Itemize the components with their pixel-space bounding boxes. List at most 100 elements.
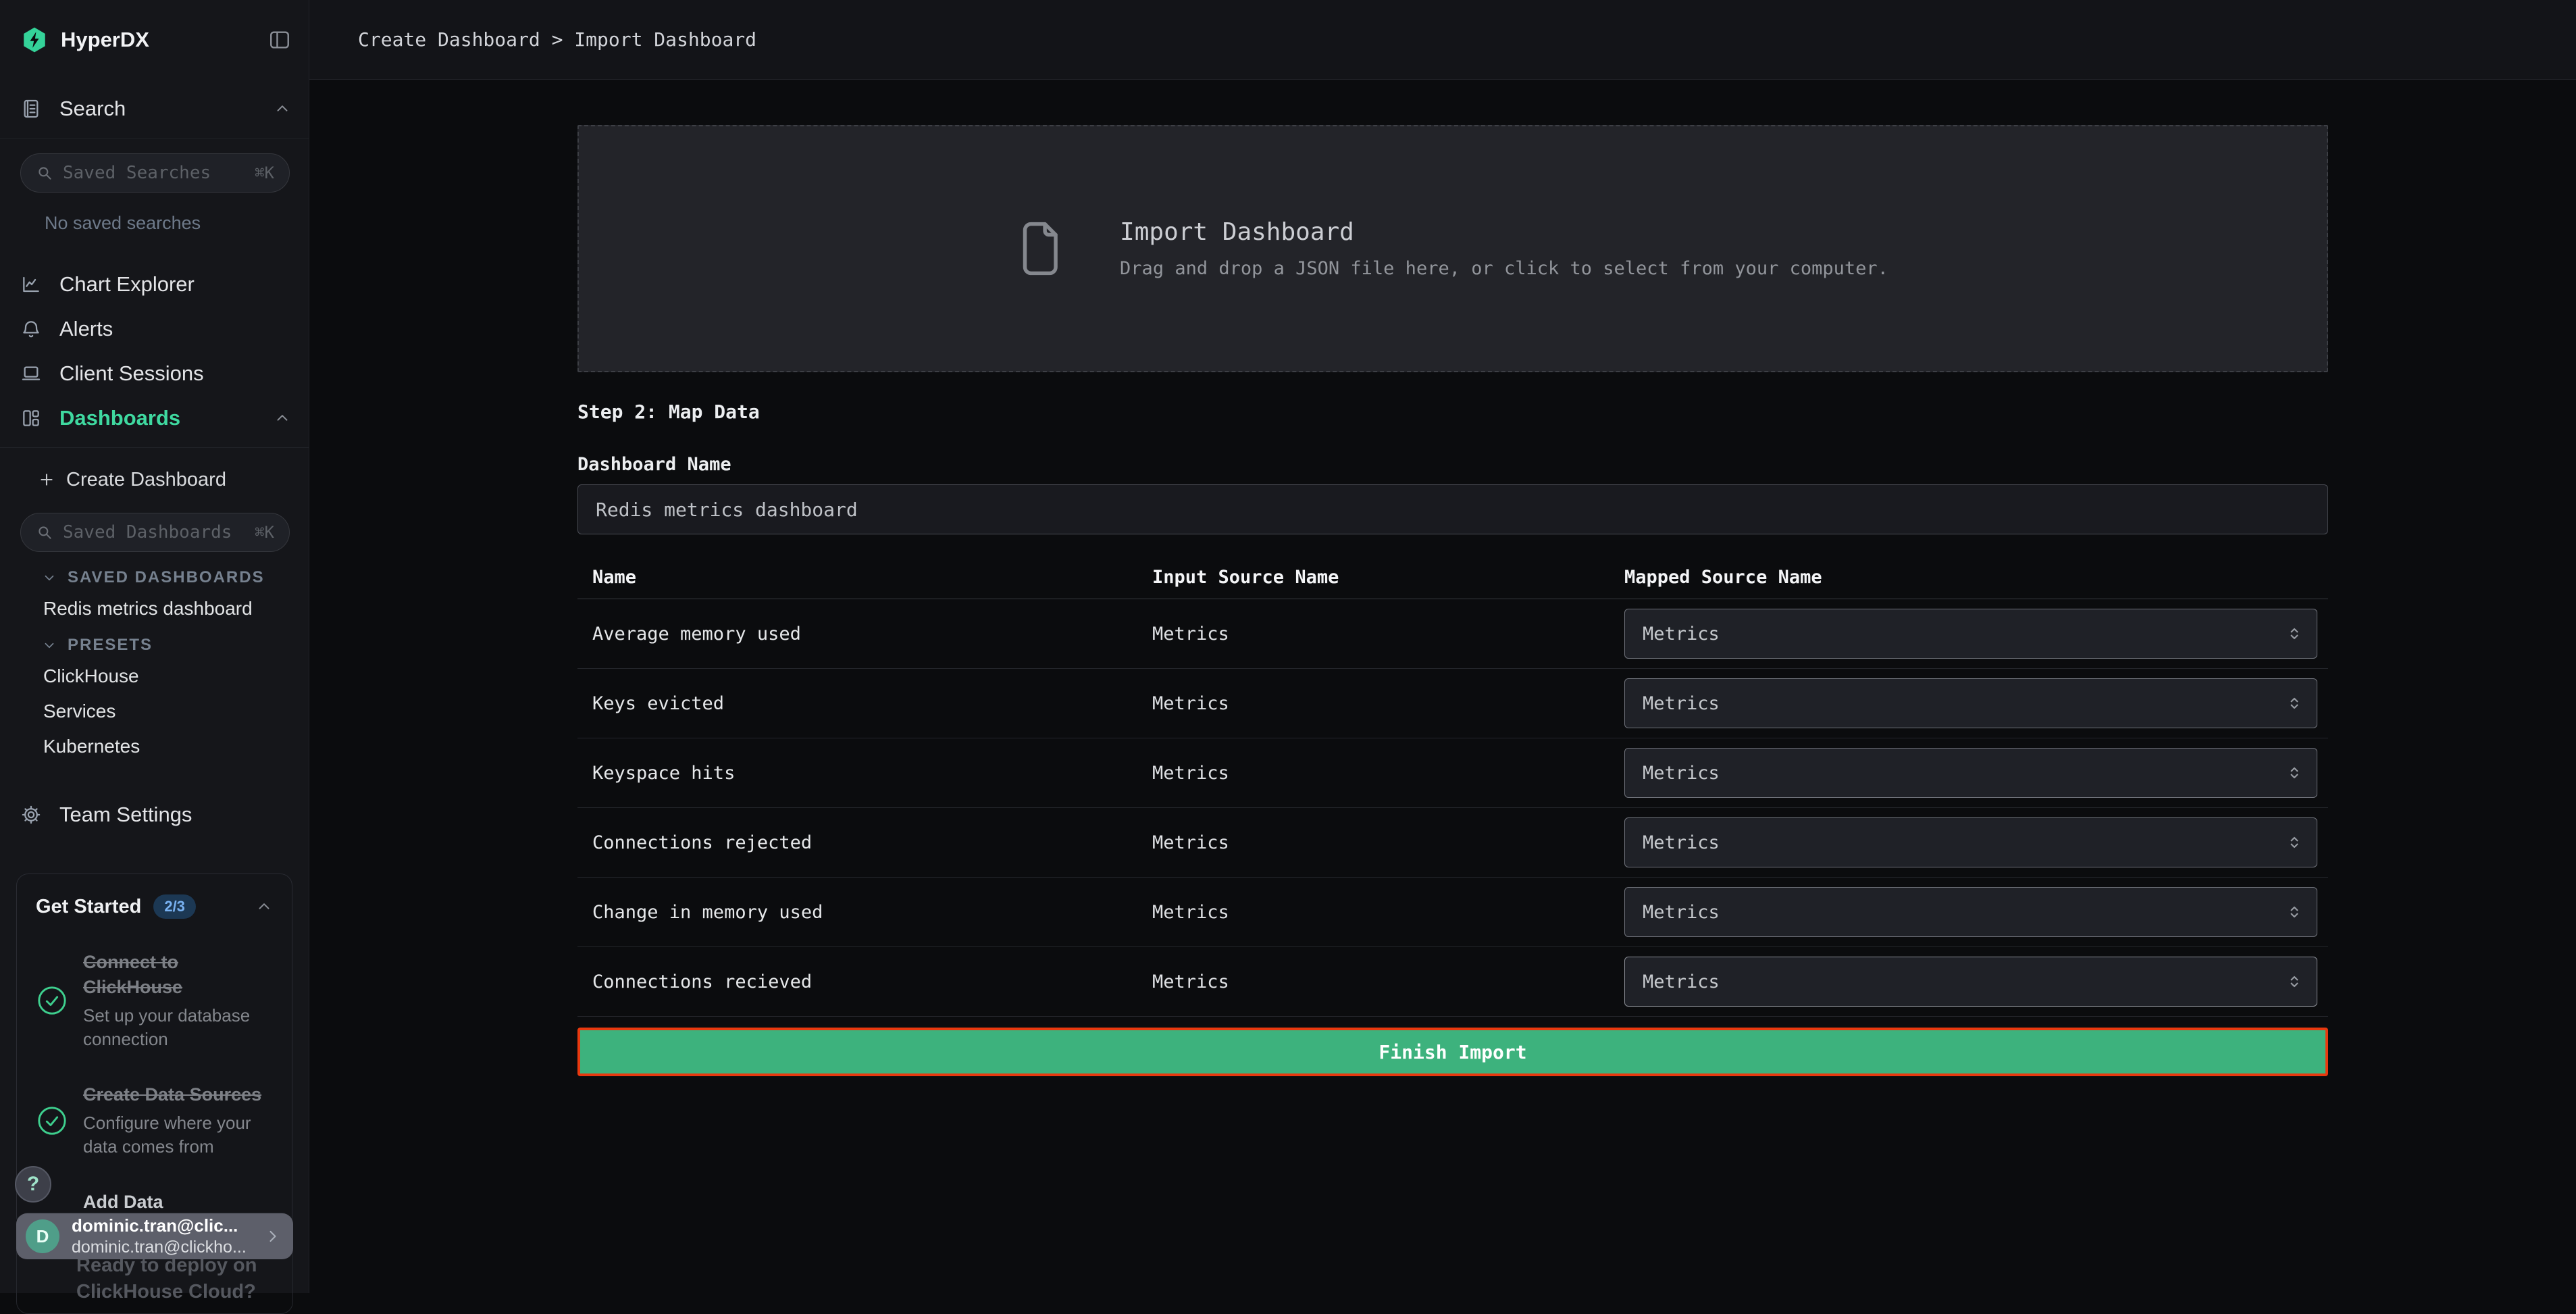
brand-name: HyperDX: [61, 28, 149, 52]
chart-line-icon: [20, 274, 42, 295]
laptop-icon: [20, 363, 42, 384]
selector-chevrons-icon: [2286, 762, 2303, 784]
json-file-dropzone[interactable]: Import Dashboard Drag and drop a JSON fi…: [577, 125, 2328, 372]
table-row: Keyspace hits Metrics Metrics: [577, 738, 2328, 808]
sidebar-item-dashboards[interactable]: Dashboards: [0, 399, 309, 438]
import-dashboard-panel: Import Dashboard Drag and drop a JSON fi…: [577, 80, 2328, 1076]
input-source-cell: Metrics: [1152, 902, 1624, 923]
get-started-header[interactable]: Get Started 2/3: [36, 894, 273, 919]
saved-dashboards-section-toggle[interactable]: SAVED DASHBOARDS: [42, 568, 309, 587]
finish-import-label: Finish Import: [1379, 1041, 1526, 1063]
get-started-item-connect[interactable]: Connect to ClickHouse Set up your databa…: [36, 950, 273, 1051]
bell-icon: [20, 318, 42, 340]
preset-item-services[interactable]: Services: [43, 701, 309, 722]
dashboard-name-label: Dashboard Name: [577, 454, 2328, 475]
get-started-progress-badge: 2/3: [153, 894, 196, 919]
dropzone-subtitle: Drag and drop a JSON file here, or click…: [1120, 258, 1888, 279]
user-name: dominic.tran@clic...: [72, 1215, 247, 1236]
mapped-source-value: Metrics: [1643, 971, 1720, 992]
sidebar-item-alerts[interactable]: Alerts: [0, 309, 309, 349]
search-journal-icon: [20, 98, 42, 120]
create-dashboard-label: Create Dashboard: [66, 469, 226, 491]
table-header-row: Name Input Source Name Mapped Source Nam…: [577, 556, 2328, 599]
get-started-item-desc: Set up your database connection: [83, 1004, 267, 1051]
mapped-source-select[interactable]: Metrics: [1624, 957, 2317, 1007]
create-dashboard-button[interactable]: Create Dashboard: [0, 461, 309, 498]
saved-dashboards-searchbox: ⌘K: [20, 513, 290, 552]
search-icon: [36, 524, 53, 541]
sidebar-item-team-settings[interactable]: Team Settings: [0, 795, 309, 834]
sidebar-item-label: Search: [59, 97, 126, 121]
mapped-source-value: Metrics: [1643, 624, 1720, 645]
user-account-card[interactable]: D dominic.tran@clic... dominic.tran@clic…: [16, 1213, 293, 1259]
preset-item-kubernetes[interactable]: Kubernetes: [43, 736, 309, 757]
hyperdx-logo-icon: [20, 26, 49, 54]
preset-item-clickhouse[interactable]: ClickHouse: [43, 665, 309, 687]
finish-import-button[interactable]: Finish Import: [577, 1028, 2328, 1076]
saved-dashboard-item[interactable]: Redis metrics dashboard: [43, 598, 309, 620]
presets-section-label: PRESETS: [68, 636, 153, 655]
help-button[interactable]: ?: [15, 1166, 51, 1203]
chart-name-cell: Connections rejected: [577, 832, 1152, 853]
get-started-item-title: Add Data: [83, 1190, 224, 1215]
check-circle-icon: [36, 1105, 68, 1136]
chevron-down-icon: [42, 570, 57, 585]
hyperdx-logo-link[interactable]: HyperDX: [20, 26, 149, 54]
selector-chevrons-icon: [2286, 901, 2303, 923]
sidebar-item-label: Team Settings: [59, 803, 192, 827]
sidebar-item-chart-explorer[interactable]: Chart Explorer: [0, 265, 309, 304]
chevron-up-icon: [274, 100, 291, 118]
input-source-cell: Metrics: [1152, 763, 1624, 784]
chart-name-cell: Keyspace hits: [577, 763, 1152, 784]
file-icon: [1017, 221, 1060, 276]
dashboards-grid-icon: [20, 407, 42, 429]
step-heading: Step 2: Map Data: [577, 401, 2328, 423]
sidebar-item-client-sessions[interactable]: Client Sessions: [0, 354, 309, 393]
chart-name-cell: Average memory used: [577, 624, 1152, 645]
table-row: Change in memory used Metrics Metrics: [577, 878, 2328, 947]
table-row: Connections rejected Metrics Metrics: [577, 808, 2328, 878]
saved-dashboards-input[interactable]: [63, 522, 245, 542]
topbar: Create Dashboard > Import Dashboard: [309, 0, 2576, 80]
selector-chevrons-icon: [2286, 832, 2303, 853]
get-started-title: Get Started: [36, 896, 141, 918]
sidebar-item-search[interactable]: Search: [0, 89, 309, 128]
question-mark-icon: ?: [27, 1173, 39, 1196]
table-row: Keys evicted Metrics Metrics: [577, 669, 2328, 738]
chevron-up-icon: [255, 898, 273, 915]
mapped-source-select[interactable]: Metrics: [1624, 609, 2317, 659]
input-source-cell: Metrics: [1152, 693, 1624, 714]
dashboard-name-input[interactable]: [577, 484, 2328, 534]
table-row: Average memory used Metrics Metrics: [577, 599, 2328, 669]
mapped-source-value: Metrics: [1643, 902, 1720, 923]
main-area: Create Dashboard > Import Dashboard Impo…: [309, 0, 2576, 1293]
get-started-item-title: Create Data Sources: [83, 1082, 267, 1107]
input-source-cell: Metrics: [1152, 624, 1624, 645]
user-email: dominic.tran@clickho...: [72, 1238, 247, 1257]
chevron-up-icon: [274, 409, 291, 427]
input-source-cell: Metrics: [1152, 832, 1624, 853]
search-icon: [36, 164, 53, 182]
mapped-source-select[interactable]: Metrics: [1624, 748, 2317, 798]
get-started-item-sources[interactable]: Create Data Sources Configure where your…: [36, 1082, 273, 1159]
chart-name-cell: Connections recieved: [577, 971, 1152, 992]
sidebar-divider: [0, 447, 309, 448]
breadcrumb: Create Dashboard > Import Dashboard: [358, 28, 756, 51]
mapped-source-select[interactable]: Metrics: [1624, 817, 2317, 867]
sidebar: HyperDX Search: [0, 0, 309, 1293]
chart-name-cell: Change in memory used: [577, 902, 1152, 923]
sidebar-item-label: Dashboards: [59, 406, 180, 430]
saved-searches-input[interactable]: [63, 163, 245, 183]
collapse-sidebar-button[interactable]: [268, 28, 291, 51]
selector-chevrons-icon: [2286, 692, 2303, 714]
dropzone-title: Import Dashboard: [1120, 218, 1888, 246]
gear-icon: [20, 804, 42, 826]
teaser-line-2: ClickHouse Cloud?: [76, 1279, 292, 1305]
presets-section-toggle[interactable]: PRESETS: [42, 636, 309, 655]
mapping-table: Name Input Source Name Mapped Source Nam…: [577, 556, 2328, 1017]
mapped-source-value: Metrics: [1643, 763, 1720, 784]
get-started-card: Get Started 2/3 Connect to ClickHouse Se…: [16, 874, 292, 1228]
input-source-cell: Metrics: [1152, 971, 1624, 992]
mapped-source-select[interactable]: Metrics: [1624, 678, 2317, 728]
mapped-source-select[interactable]: Metrics: [1624, 887, 2317, 937]
